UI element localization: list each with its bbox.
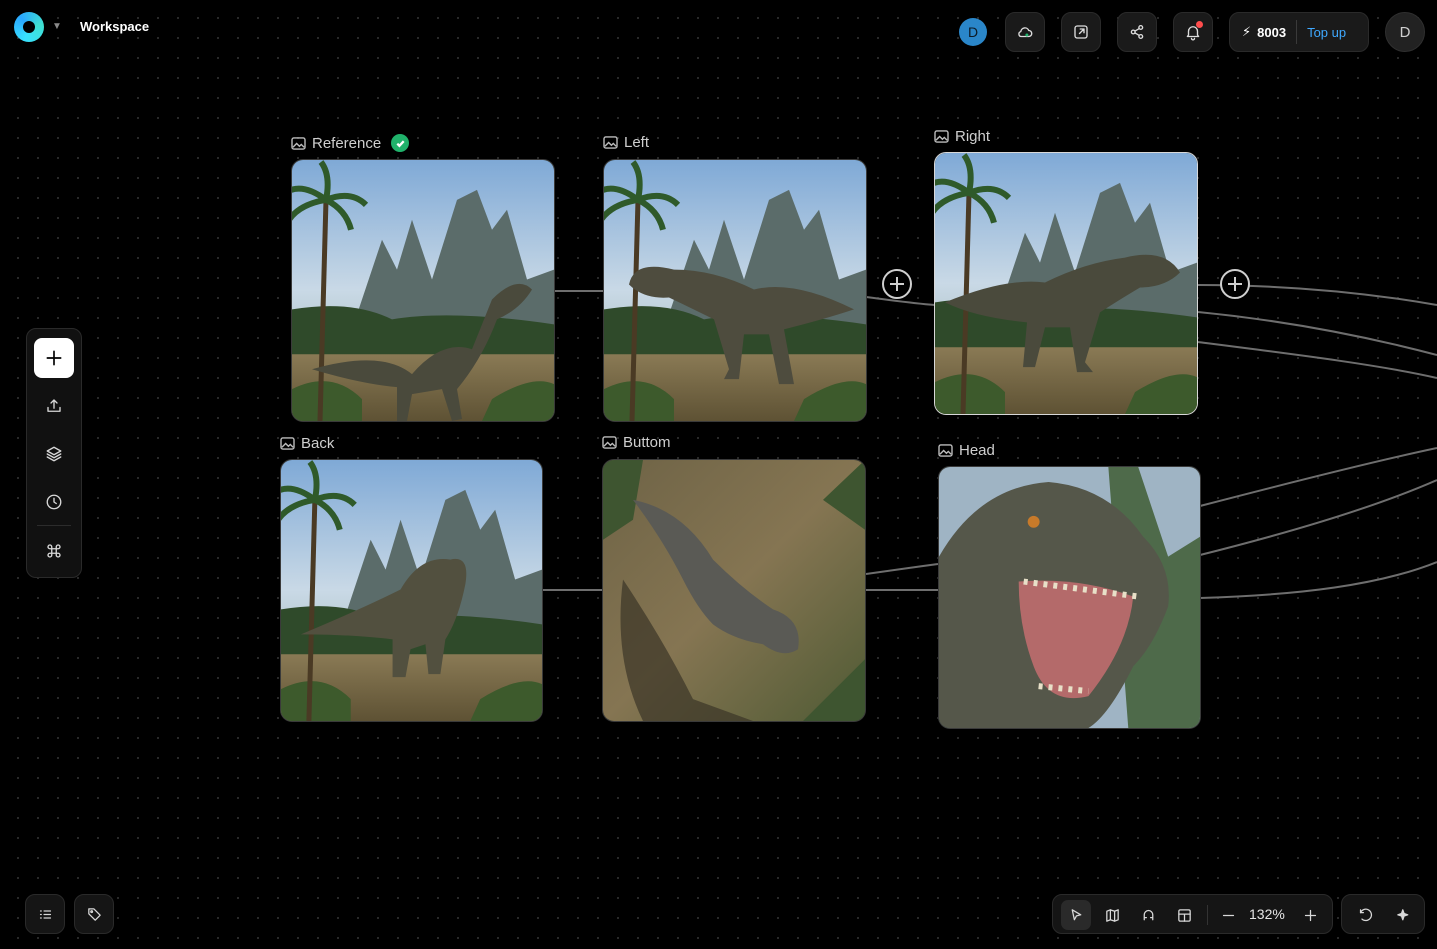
divider <box>1207 905 1208 925</box>
shortcuts-button[interactable] <box>34 531 74 571</box>
node-label-back[interactable]: Back <box>280 435 334 452</box>
credits-balance: 8003 <box>1257 24 1287 40</box>
zoom-level[interactable]: 132% <box>1249 906 1285 922</box>
canvas-toolbar: 132% <box>1052 894 1333 934</box>
cloud-icon <box>1018 27 1033 38</box>
cursor-icon <box>1071 908 1081 920</box>
clock-icon <box>46 494 62 510</box>
add-connection-button[interactable] <box>1219 268 1251 300</box>
ai-assist-button[interactable] <box>1388 900 1418 930</box>
image-node-reference[interactable] <box>291 159 555 422</box>
list-icon <box>39 909 51 919</box>
image-node-right[interactable] <box>934 152 1198 415</box>
command-icon <box>47 544 61 558</box>
layers-icon <box>46 446 62 462</box>
node-label-left[interactable]: Left <box>603 134 649 151</box>
image-icon <box>938 444 953 457</box>
image-node-back[interactable] <box>280 459 543 722</box>
plus-circle-icon <box>882 269 912 299</box>
node-title: Head <box>959 442 995 459</box>
tag-icon <box>87 907 101 921</box>
image-node-left[interactable] <box>603 159 867 422</box>
notification-badge <box>1196 21 1203 28</box>
node-label-head[interactable]: Head <box>938 442 995 459</box>
map-icon <box>1105 908 1119 922</box>
image-node-bottom[interactable] <box>602 459 866 722</box>
node-title: Right <box>955 128 991 145</box>
check-icon <box>391 134 410 152</box>
history-button[interactable] <box>34 482 74 522</box>
external-link-icon <box>1074 25 1088 39</box>
image-icon <box>934 130 949 143</box>
upload-icon <box>47 399 61 412</box>
cloud-sync-button[interactable] <box>1005 12 1045 52</box>
workspace-title: Workspace <box>80 19 150 34</box>
magnet-icon <box>1143 909 1153 920</box>
sparkle-icon <box>1396 908 1408 920</box>
topup-button[interactable]: Top up <box>1307 25 1346 40</box>
plus-circle-icon <box>1220 269 1250 299</box>
chevron-down-icon[interactable]: ▼ <box>52 21 62 32</box>
add-connection-button[interactable] <box>881 268 913 300</box>
node-label-reference[interactable]: Reference <box>291 134 410 152</box>
app-logo[interactable] <box>14 12 44 42</box>
divider <box>37 525 71 526</box>
node-label-bottom[interactable]: Buttom <box>602 434 671 451</box>
open-external-button[interactable] <box>1061 12 1101 52</box>
image-icon <box>280 437 295 450</box>
collaborator-avatar[interactable]: D <box>959 18 987 46</box>
zoom-in-button[interactable] <box>1295 900 1325 930</box>
layout-icon <box>1177 908 1191 922</box>
divider <box>1296 20 1298 44</box>
map-tool[interactable] <box>1097 900 1127 930</box>
minus-icon <box>1222 914 1234 916</box>
user-avatar[interactable]: D <box>1385 12 1425 52</box>
node-label-right[interactable]: Right <box>934 128 990 145</box>
node-title: Reference <box>312 134 382 152</box>
outline-button[interactable] <box>25 894 65 934</box>
image-node-head[interactable] <box>938 466 1201 729</box>
plus-icon <box>1304 909 1316 921</box>
layers-button[interactable] <box>34 434 74 474</box>
tags-button[interactable] <box>74 894 114 934</box>
image-icon <box>603 136 618 149</box>
node-title: Left <box>624 134 650 151</box>
undo-icon <box>1359 908 1372 921</box>
left-toolbar <box>26 328 82 578</box>
image-icon <box>291 136 306 150</box>
layout-tool[interactable] <box>1169 900 1199 930</box>
notifications-button[interactable] <box>1173 12 1213 52</box>
select-tool[interactable] <box>1061 900 1091 930</box>
bolt-icon: ⚡ <box>1242 24 1252 39</box>
share-button[interactable] <box>1117 12 1157 52</box>
image-icon <box>602 436 617 449</box>
history-controls <box>1341 894 1425 934</box>
share-icon <box>1130 24 1144 40</box>
credits-panel: ⚡ 8003 Top up <box>1229 12 1369 52</box>
zoom-out-button[interactable] <box>1213 900 1243 930</box>
add-node-button[interactable] <box>34 338 74 378</box>
undo-button[interactable] <box>1350 900 1380 930</box>
snap-tool[interactable] <box>1133 900 1163 930</box>
node-title: Buttom <box>623 434 671 451</box>
upload-button[interactable] <box>34 386 74 426</box>
plus-icon <box>46 350 62 366</box>
node-title: Back <box>301 435 335 452</box>
